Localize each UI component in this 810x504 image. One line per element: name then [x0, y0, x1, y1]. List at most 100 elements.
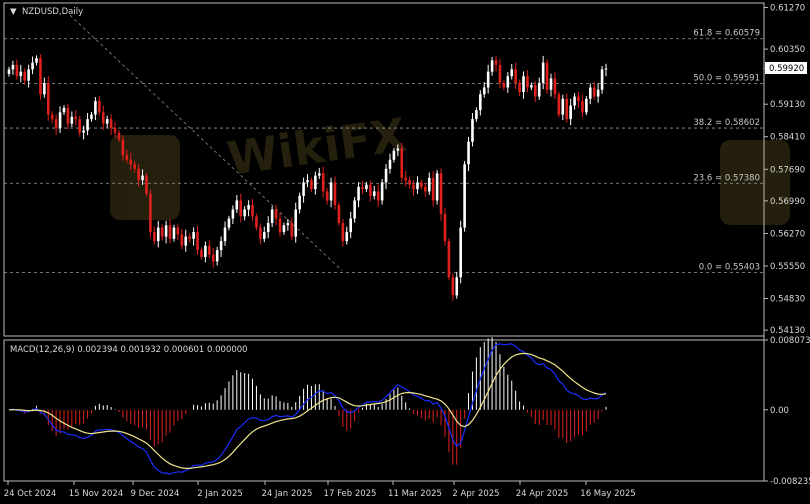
candle-body: [329, 182, 333, 201]
candle-body: [219, 241, 223, 251]
candle-body: [541, 62, 545, 83]
macd-panel: [3, 339, 765, 482]
candle-body: [577, 96, 580, 102]
candle-body: [459, 227, 462, 278]
nzdusd-chart[interactable]: WikiFX 61.8 = 0.6057950.0 = 0.5959138.2 …: [0, 0, 810, 504]
candle-body: [596, 89, 600, 97]
fib-label: 23.6 = 0.57380: [693, 173, 760, 183]
candle-body: [463, 164, 466, 228]
candle-body: [416, 182, 419, 190]
candle-body: [192, 232, 195, 239]
candle-body: [353, 200, 356, 219]
candle-body: [298, 195, 301, 210]
x-axis-label: 15 Nov 2024: [69, 489, 123, 499]
chart-title-arrow[interactable]: ▼: [10, 7, 17, 17]
candle-body: [50, 114, 54, 120]
candle-body: [121, 139, 125, 156]
candle-body: [129, 159, 133, 165]
candle-body: [278, 218, 282, 233]
candle-body: [176, 227, 180, 235]
candle-body: [310, 180, 313, 190]
candle-body: [90, 114, 93, 120]
candle-body: [101, 112, 105, 124]
candle-body: [31, 62, 34, 70]
candle-body: [200, 250, 203, 257]
candle-body: [266, 223, 270, 233]
candle-body: [156, 227, 160, 242]
candle-body: [600, 69, 604, 90]
candle-body: [506, 76, 510, 88]
candle-body: [168, 225, 172, 239]
candle-body: [223, 227, 227, 242]
candle-body: [494, 60, 498, 65]
candle-body: [604, 68, 608, 70]
candle-body: [164, 225, 168, 237]
candle-body: [467, 141, 470, 165]
candle-body: [117, 132, 121, 140]
candle-body: [388, 159, 392, 169]
candle-body: [361, 186, 364, 190]
price-axis-label: 0.54830: [770, 294, 805, 304]
candle-body: [141, 175, 144, 181]
candle-body: [208, 245, 211, 255]
candle-body: [54, 119, 58, 129]
candle-body: [321, 173, 325, 192]
candle-body: [365, 184, 368, 190]
candle-body: [306, 180, 309, 183]
candle-body: [290, 223, 294, 237]
candle-body: [392, 150, 396, 160]
x-axis-label: 11 Mar 2025: [388, 489, 442, 499]
price-axis-label: 0.56990: [770, 197, 805, 207]
price-axis-label: 0.54130: [770, 326, 805, 336]
candle-body: [78, 119, 81, 133]
candle-body: [94, 101, 97, 115]
candle-body: [286, 223, 290, 226]
candle-body: [82, 130, 85, 133]
candle-body: [62, 107, 66, 113]
candle-body: [443, 214, 447, 242]
candle-body: [537, 82, 541, 97]
candle-body: [215, 250, 219, 262]
candle-body: [341, 223, 345, 242]
candle-body: [239, 200, 243, 217]
candle-body: [451, 277, 455, 296]
candle-body: [565, 98, 569, 120]
candle-body: [534, 85, 537, 97]
candle-body: [294, 209, 298, 237]
candle-body: [211, 254, 215, 262]
candle-body: [510, 69, 514, 77]
candle-body: [376, 191, 380, 201]
candle-body: [345, 232, 349, 242]
candle-body: [255, 216, 258, 228]
x-axis-label: 24 Jan 2025: [262, 489, 313, 499]
price-axis-label: 0.60350: [770, 45, 805, 55]
candle-body: [137, 168, 140, 181]
price-axis-label: 0.57690: [770, 165, 805, 175]
candle-body: [27, 69, 30, 81]
candle-body: [46, 82, 50, 115]
candle-body: [314, 175, 317, 190]
macd-axis-label: -0.008235: [770, 477, 810, 487]
x-axis-label: 2 Jan 2025: [197, 489, 243, 499]
candle-body: [11, 64, 15, 70]
candle-body: [184, 236, 188, 246]
candle-body: [573, 96, 576, 106]
price-axis-label: 0.61270: [770, 4, 805, 14]
candle-body: [105, 119, 109, 124]
candle-body: [133, 164, 136, 169]
candle-body: [262, 232, 266, 239]
candle-body: [98, 101, 101, 113]
candle-body: [333, 182, 337, 205]
current-price-label: 0.59920: [769, 64, 804, 74]
candle-body: [427, 177, 431, 192]
candle-body: [204, 245, 207, 257]
candle-body: [424, 186, 427, 192]
fib-label: 61.8 = 0.60579: [693, 29, 760, 39]
macd-title: MACD(12,26,9) 0.002394 0.001932 0.000601…: [10, 345, 248, 355]
candle-body: [113, 128, 117, 133]
candle-body: [172, 227, 176, 239]
candle-body: [431, 177, 435, 201]
candle-body: [384, 168, 388, 183]
candle-body: [569, 105, 572, 120]
candle-body: [109, 119, 113, 129]
